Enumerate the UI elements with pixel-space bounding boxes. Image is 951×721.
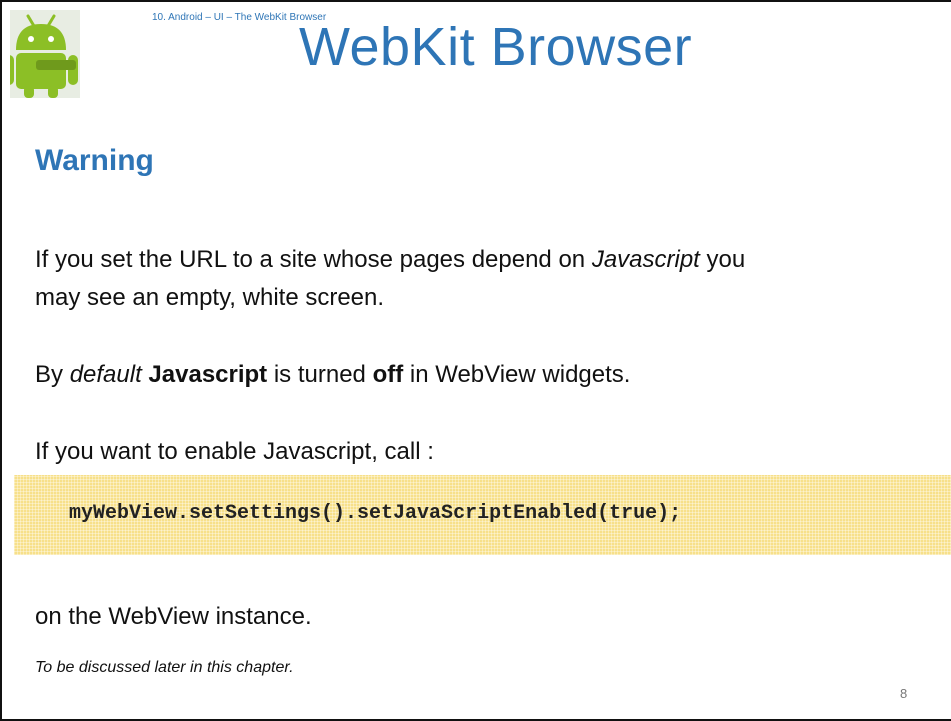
- android-robot-icon: [4, 10, 80, 98]
- section-heading: Warning: [35, 144, 154, 177]
- emphasis-text: default: [69, 361, 142, 388]
- bold-text: Javascript: [148, 361, 268, 388]
- bold-text: off: [372, 361, 404, 388]
- paragraph-enable-call: If you want to enable Javascript, call :: [35, 438, 434, 465]
- paragraph-text: in WebView widgets.: [403, 361, 631, 388]
- slide: 10. Android – UI – The WebKit Browser We…: [0, 0, 951, 721]
- paragraph-text: you: [699, 246, 746, 273]
- footnote: To be discussed later in this chapter.: [35, 659, 294, 676]
- paragraph-text: By: [35, 361, 70, 388]
- page-number: 8: [900, 686, 908, 701]
- paragraph-javascript-warning: If you set the URL to a site whose pages…: [35, 241, 745, 317]
- paragraph-text: is turned: [267, 361, 373, 388]
- paragraph-text: If you set the URL to a site whose pages…: [35, 246, 592, 273]
- paragraph-text: may see an empty, white screen.: [35, 284, 385, 311]
- code-block: myWebView.setSettings().setJavaScriptEna…: [14, 475, 951, 555]
- emphasis-text: Javascript: [591, 246, 700, 273]
- paragraph-default-off: By default Javascript is turned off in W…: [35, 356, 630, 394]
- code-text: myWebView.setSettings().setJavaScriptEna…: [69, 502, 682, 525]
- page-title: WebKit Browser: [299, 17, 693, 77]
- paragraph-webview-instance: on the WebView instance.: [35, 603, 312, 630]
